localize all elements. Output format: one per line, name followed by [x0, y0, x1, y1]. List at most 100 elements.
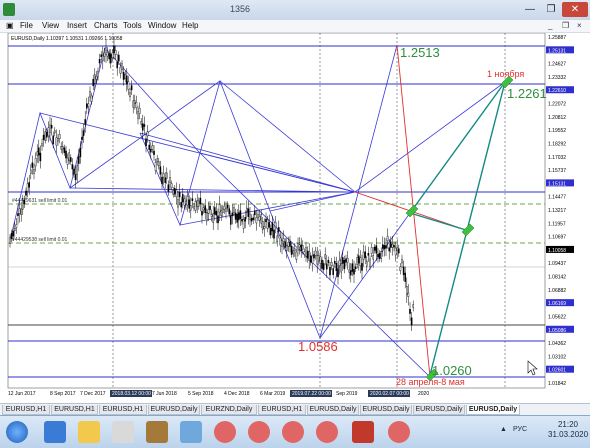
- chart-canvas[interactable]: #44429631 sell limit 0.01 #44429538 sell…: [0, 32, 590, 403]
- chart-minimize-button[interactable]: _: [548, 20, 552, 32]
- price-chart[interactable]: #44429631 sell limit 0.01 #44429538 sell…: [0, 32, 590, 403]
- chart-restore-button[interactable]: ❐: [562, 20, 569, 32]
- candle-body: [26, 183, 29, 192]
- candle-body: [390, 241, 392, 248]
- candle-body: [237, 212, 240, 221]
- menu-insert[interactable]: Insert: [67, 20, 87, 32]
- candle-body: [109, 54, 112, 64]
- chart-close-button[interactable]: ×: [577, 20, 582, 32]
- chart-tab[interactable]: EURUSD,Daily: [466, 405, 520, 415]
- date-axis[interactable]: 12 Jun 2017 8 Sep 2017 7 Dec 2017 2018.03.1…: [8, 390, 429, 397]
- candle-body: [228, 208, 231, 215]
- candle-body: [233, 207, 235, 214]
- price-tick-label: 1.15737: [548, 168, 566, 174]
- candle-body: [60, 146, 62, 150]
- candle-body: [103, 52, 106, 57]
- date-tick-label: 2020.02.07 00:00: [370, 391, 409, 397]
- chart-tab[interactable]: EURUSD,Daily: [307, 405, 359, 415]
- candle-body: [116, 61, 118, 69]
- menu-file[interactable]: File: [20, 20, 33, 32]
- candle-body: [366, 260, 368, 267]
- candle-body: [87, 103, 90, 108]
- candle-body: [391, 244, 394, 248]
- candle-body: [326, 263, 328, 270]
- minimize-button[interactable]: —: [520, 2, 540, 17]
- candle-body: [378, 253, 381, 259]
- price-tick-label: 1.08142: [548, 275, 566, 281]
- candle-body: [157, 161, 160, 167]
- broom-icon[interactable]: [146, 421, 168, 443]
- price-tick-label: 1.10697: [548, 235, 566, 241]
- date-tick-label: 6 Mar 2019: [260, 391, 286, 397]
- app-p-icon-5[interactable]: [388, 421, 410, 443]
- tray-language[interactable]: РУС: [513, 426, 527, 433]
- taskbar-clock[interactable]: 21:20 31.03.2020: [548, 420, 588, 440]
- network-icon[interactable]: [180, 421, 202, 443]
- fx-terminal-icon[interactable]: [352, 421, 374, 443]
- chart-tab[interactable]: EURUSD,H1: [99, 405, 147, 415]
- tray-arrow-icon[interactable]: ▲: [500, 426, 507, 433]
- chart-tab[interactable]: EURUSD,Daily: [360, 405, 412, 415]
- menu-view[interactable]: View: [42, 20, 59, 32]
- candle-body: [77, 156, 80, 164]
- candle-body: [362, 251, 365, 260]
- candle-body: [101, 54, 104, 62]
- candle-body: [217, 215, 219, 224]
- candle-body: [73, 168, 75, 175]
- ie-icon[interactable]: [44, 421, 66, 443]
- candle-body: [185, 201, 187, 205]
- menu-window[interactable]: Window: [148, 20, 176, 32]
- candle-body: [209, 205, 211, 210]
- date-tick-label: 12 Jun 2017: [8, 391, 36, 397]
- chart-tab[interactable]: EURUSD,H1: [258, 405, 306, 415]
- chart-header: EURUSD,Daily 1.10397 1.10531 1.09266 1.1…: [11, 36, 123, 42]
- chart-tab[interactable]: EURUSD,Daily: [413, 405, 465, 415]
- candle-body: [204, 205, 207, 214]
- folder-icon[interactable]: [78, 421, 100, 443]
- chart-window-icon[interactable]: ▣: [6, 20, 14, 32]
- close-button[interactable]: ✕: [562, 2, 588, 17]
- candle-body: [229, 215, 232, 225]
- chart-tab[interactable]: EURZND,Daily: [201, 405, 257, 415]
- candle-body: [319, 256, 322, 264]
- date-tick-label: 2019.07.22 00:00: [292, 391, 331, 397]
- app-window-icon[interactable]: [112, 421, 134, 443]
- price-tick-label: 1.22610: [548, 88, 566, 94]
- maximize-button[interactable]: ❐: [541, 2, 561, 17]
- candle-body: [284, 241, 287, 248]
- menu-help[interactable]: Help: [182, 20, 198, 32]
- candle-body: [372, 255, 375, 260]
- menu-charts[interactable]: Charts: [94, 20, 118, 32]
- start-button-icon[interactable]: [6, 421, 28, 443]
- candle-body: [382, 244, 384, 249]
- date-tick-label: 4 Dec 2018: [224, 391, 250, 397]
- candle-body: [93, 74, 96, 84]
- candle-body: [92, 78, 94, 86]
- price-axis[interactable]: 1.25887 1.25131 1.24627 1.23332 1.22610 1.220…: [546, 35, 574, 387]
- candle-body: [22, 200, 24, 210]
- candle-body: [62, 146, 64, 150]
- date-tick-label: Sep 2019: [336, 391, 358, 397]
- candle-body: [308, 251, 311, 261]
- chart-tab[interactable]: EURUSD,Daily: [148, 405, 200, 415]
- candle-body: [262, 221, 264, 230]
- chart-tab[interactable]: EURUSD,H1: [2, 405, 50, 415]
- candle-body: [247, 208, 250, 217]
- app-p-icon-4[interactable]: [316, 421, 338, 443]
- candle-body: [239, 210, 242, 219]
- candle-body: [12, 231, 15, 237]
- app-p-icon-3[interactable]: [282, 421, 304, 443]
- candle-body: [113, 45, 115, 54]
- candle-body: [193, 205, 195, 209]
- candle-body: [244, 217, 247, 222]
- app-p-icon-2[interactable]: [248, 421, 270, 443]
- app-p-icon-1[interactable]: [214, 421, 236, 443]
- candle-body: [57, 138, 59, 142]
- menu-tools[interactable]: Tools: [123, 20, 142, 32]
- candle-body: [36, 151, 38, 156]
- chart-tab[interactable]: EURUSD,H1: [51, 405, 98, 415]
- candle-body: [292, 250, 295, 254]
- candle-body: [23, 199, 26, 205]
- candle-body: [39, 152, 42, 162]
- candle-body: [220, 210, 223, 216]
